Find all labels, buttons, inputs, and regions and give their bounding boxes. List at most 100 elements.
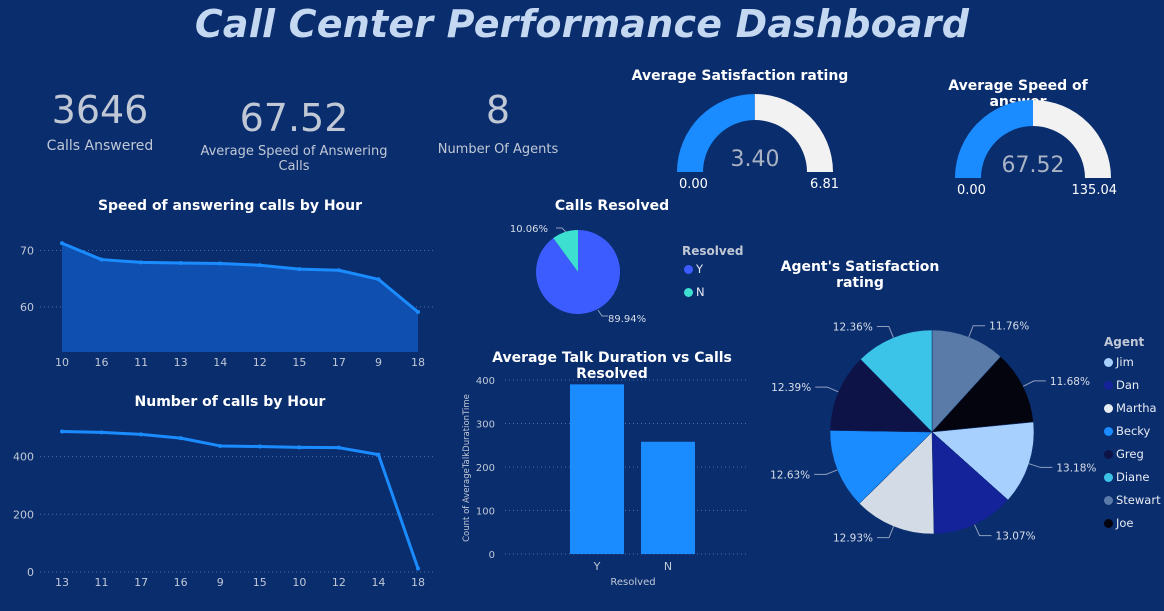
y-tick-label: 200 (476, 463, 495, 474)
legend-label: Diane (1116, 470, 1150, 484)
slice-label: 11.68% (1050, 376, 1090, 388)
gauge-value-label: 67.52 (1002, 153, 1065, 178)
legend-item-stewart[interactable]: Stewart (1104, 493, 1161, 507)
data-point (297, 445, 302, 450)
calls-by-hour-title: Number of calls by Hour (134, 394, 326, 410)
x-tick-label: 17 (332, 356, 346, 369)
x-tick-label: N (664, 560, 672, 573)
legend-dot-icon (1104, 358, 1113, 367)
leader-line (1028, 463, 1053, 468)
slice-label: 13.07% (996, 531, 1036, 543)
y-tick-label: 400 (476, 376, 495, 387)
dashboard-title: Call Center Performance Dashboard (194, 2, 970, 46)
gauge-max-label: 135.04 (1072, 183, 1118, 198)
y-tick-label: 400 (13, 451, 34, 464)
legend-item-n[interactable]: N (684, 285, 705, 299)
legend-dot-icon (684, 265, 693, 274)
legend-item-greg[interactable]: Greg (1104, 447, 1144, 461)
x-axis-label: Resolved (610, 577, 655, 588)
agent-satisfaction-title: Agent's Satisfaction rating (780, 259, 940, 291)
legend-label: Becky (1116, 424, 1151, 438)
data-point (218, 261, 223, 266)
y-tick-label: 60 (20, 301, 34, 314)
speed-by-hour-chart: 60 70 10 16 11 13 14 12 15 17 9 18 (20, 241, 435, 369)
leader-line (815, 386, 839, 393)
data-point (218, 443, 223, 448)
legend-item-joe[interactable]: Joe (1104, 516, 1134, 530)
gauge-max-label: 6.81 (810, 177, 839, 192)
data-point (416, 309, 420, 314)
calls-resolved-title: Calls Resolved (554, 198, 670, 214)
data-point (60, 241, 64, 246)
x-tick-label: 18 (411, 356, 425, 369)
gauge-value-label: 3.40 (731, 147, 780, 172)
slice-label: 12.36% (833, 321, 873, 333)
y-tick-label: 0 (489, 550, 495, 561)
x-tick-label: 13 (174, 356, 188, 369)
legend-item-becky[interactable]: Becky (1104, 424, 1150, 438)
data-point (257, 444, 262, 449)
bar-y (570, 384, 624, 554)
data-point (60, 429, 64, 434)
gauge-satisfaction: 3.40 0.00 6.81 (677, 94, 839, 192)
slice-label: 11.76% (989, 321, 1029, 333)
legend-dot-icon (1104, 404, 1113, 413)
x-tick-label: 9 (375, 356, 382, 369)
x-tick-label: 14 (213, 356, 227, 369)
x-tick-label: 14 (371, 576, 385, 589)
x-tick-label: 11 (95, 576, 109, 589)
data-point (297, 267, 302, 272)
kpi-value: 67.52 (239, 96, 349, 140)
legend-item-martha[interactable]: Martha (1104, 401, 1157, 415)
x-tick-label: 10 (292, 576, 306, 589)
speed-by-hour-title: Speed of answering calls by Hour (97, 198, 363, 214)
legend-item-dan[interactable]: Dan (1104, 378, 1139, 392)
legend-item-y[interactable]: Y (684, 262, 703, 276)
legend-label: N (696, 285, 705, 299)
data-point (99, 430, 104, 435)
leader-line (597, 309, 608, 317)
data-point (178, 260, 183, 265)
x-tick-label: 11 (134, 356, 148, 369)
kpi-value: 8 (485, 88, 511, 132)
x-tick-label: 13 (55, 576, 69, 589)
legend-dot-icon (1104, 427, 1113, 436)
gauge-min-label: 0.00 (679, 177, 708, 192)
bar-n (641, 441, 695, 554)
x-tick-label: 18 (411, 576, 425, 589)
x-tick-label: 16 (174, 576, 188, 589)
kpi-label: Calls Answered (46, 138, 154, 154)
y-tick-label: 100 (476, 507, 495, 518)
slice-label: 10.06% (510, 224, 548, 235)
calls-resolved-pie: 10.06% 89.94% (510, 224, 646, 325)
legend-label: Dan (1116, 378, 1140, 392)
legend-item-diane[interactable]: Diane (1104, 470, 1149, 484)
slice-label: 12.63% (770, 469, 810, 481)
legend-item-jim[interactable]: Jim (1104, 355, 1134, 369)
legend-dot-icon (1104, 519, 1113, 528)
y-tick-label: 200 (13, 508, 34, 521)
legend-label: Martha (1116, 401, 1157, 415)
data-point (336, 268, 341, 273)
kpi-value: 3646 (51, 88, 149, 132)
x-tick-label: 12 (253, 356, 267, 369)
slice-label: 89.94% (608, 314, 646, 325)
gauge-min-label: 0.00 (957, 183, 986, 198)
legend-dot-icon (684, 288, 693, 297)
x-tick-label: 10 (55, 356, 69, 369)
leader-line (876, 325, 894, 338)
data-point (99, 257, 104, 262)
talk-duration-chart: 0 100 200 300 400 Y N Resolved Count of AverageT… (462, 376, 747, 588)
y-axis-label: Count of AverageTalkDurationTime (462, 394, 472, 542)
leader-line (814, 469, 838, 475)
kpi-label: Average Speed of Answering Calls (200, 144, 388, 174)
legend-label: Stewart (1116, 493, 1161, 507)
data-point (336, 445, 341, 450)
x-tick-label: 9 (217, 576, 224, 589)
legend-dot-icon (1104, 381, 1113, 390)
x-tick-label: Y (593, 560, 601, 573)
legend-label: Y (696, 262, 704, 276)
legend-dot-icon (1104, 450, 1113, 459)
slice-label: 12.93% (833, 533, 873, 545)
gauge-satisfaction-title: Average Satisfaction rating (631, 68, 849, 84)
